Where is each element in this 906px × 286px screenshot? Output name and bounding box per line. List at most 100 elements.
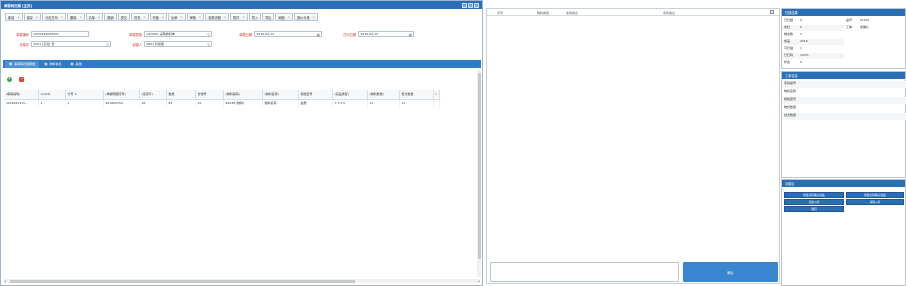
print-date-row: 打印日期 2016-04-15 ▦ xyxy=(334,31,414,37)
close-icon[interactable]: × xyxy=(243,16,245,19)
panel-title: 扫描结果 xyxy=(785,11,798,15)
scan-input[interactable] xyxy=(490,262,679,282)
doc-date-label: 单据日期 xyxy=(239,32,252,37)
confirm-button[interactable]: 确认 xyxy=(683,262,778,282)
tab-material-info[interactable]: ▦ 物料信息 xyxy=(40,61,65,68)
tab-scan-detail[interactable]: ▦ 串联码扫描明细 xyxy=(5,60,40,68)
scan-result-panel: 扫描结果 已扫描 0 未扫 0 剩余数 1 成品 2016 可扫描 1 已扫码 100% 状态 0 品号 51… xyxy=(781,8,906,69)
toolbar-button[interactable]: 新增 × xyxy=(5,13,23,21)
user-label: 创建人 xyxy=(132,42,142,47)
toolbar-button[interactable]: 导出 xyxy=(262,13,275,21)
close-icon[interactable]: × xyxy=(79,16,81,19)
column-header[interactable]: (物料数量) xyxy=(367,90,400,100)
column-header[interactable]: 仓储号 xyxy=(195,90,224,100)
search-icon[interactable]: ⚲ xyxy=(207,43,210,47)
close-icon[interactable]: × xyxy=(143,16,145,19)
close-icon[interactable]: × xyxy=(61,16,63,19)
toolbar-button[interactable]: 反审 × xyxy=(168,13,186,21)
result-row: 品号 51031 xyxy=(846,18,870,22)
column-header[interactable]: (单据明细序号) xyxy=(103,90,140,100)
warehouse-field[interactable]: 0001 (东莞) 仓 ⚲ xyxy=(31,41,111,47)
result-value: 0 xyxy=(800,25,802,29)
toolbar-button[interactable]: 导入 xyxy=(248,13,262,21)
scroll-thumb[interactable] xyxy=(10,279,355,283)
toolbar-button[interactable]: 刷新 × xyxy=(275,13,293,21)
result-key: 已扫描 xyxy=(784,18,794,22)
result-key: 成品 xyxy=(784,39,791,43)
doc-type-label: 单据类型 xyxy=(129,32,142,37)
toolbar-button[interactable]: 作废 × xyxy=(149,13,168,21)
column-header[interactable]: (物料名称) xyxy=(262,90,299,100)
column-header[interactable]: 数量 xyxy=(166,90,196,100)
toolbar-button-label: 作废 xyxy=(152,15,159,20)
vertical-scrollbar[interactable] xyxy=(477,69,481,277)
close-icon[interactable]: × xyxy=(162,16,164,19)
close-icon[interactable]: × xyxy=(224,16,226,19)
clear-inbound-button[interactable]: 清除入库 xyxy=(846,199,904,205)
toolbar-button[interactable]: 审核 × xyxy=(186,13,205,21)
delete-row-icon[interactable]: − xyxy=(19,77,24,82)
scroll-right-icon[interactable]: ▸ xyxy=(478,279,480,283)
calendar-icon[interactable]: ▦ xyxy=(409,33,412,37)
toolbar-button[interactable]: 分页打印 × xyxy=(42,13,67,21)
column-header[interactable]: ( xyxy=(433,90,440,100)
toolbar-button-label: 导入 xyxy=(251,15,259,20)
panel-header: 工单信息 xyxy=(782,72,905,79)
result-value: 51031 xyxy=(860,18,870,22)
toolbar-button[interactable]: 查看流程 × xyxy=(205,13,230,21)
column-header[interactable]: (实品类型) xyxy=(332,90,368,100)
column-header[interactable]: 批次数量 xyxy=(399,90,434,100)
toolbar-button[interactable]: 任务 × xyxy=(130,13,149,21)
batch-confirm-button[interactable]: 批量扫码确认成品 xyxy=(784,192,844,198)
toolbar-button[interactable]: 保存 × xyxy=(23,13,42,21)
toolbar-button[interactable]: 提交 xyxy=(117,13,130,21)
panel-header: 扫描结果 xyxy=(782,9,905,16)
close-icon[interactable]: × xyxy=(288,16,290,19)
doc-no-row: 单据编码 DYD2016040001 xyxy=(7,31,89,37)
search-icon[interactable]: ⚲ xyxy=(207,33,210,37)
toolbar-button-label: 查看流程 xyxy=(208,15,221,20)
doc-type-field[interactable]: CJLX001 采购收料单 ⚲ xyxy=(144,31,212,37)
toolbar-button[interactable]: 删除 × xyxy=(67,13,85,21)
column-header[interactable]: (1/0/4) xyxy=(38,90,66,100)
scroll-left-icon[interactable]: ◂ xyxy=(4,279,6,283)
print-date-value: 2016-04-15 xyxy=(360,32,378,36)
user-field[interactable]: P001 孙嘉荣 ⚲ xyxy=(144,41,212,47)
column-header[interactable]: (来源行) xyxy=(139,90,167,100)
minimize-button[interactable]: ▫ xyxy=(462,2,467,8)
doc-no-field[interactable]: DYD2016040001 xyxy=(31,31,89,37)
toolbar-button[interactable]: 清单 × xyxy=(85,13,104,21)
column-header[interactable]: (串联编码) xyxy=(4,90,39,100)
close-icon[interactable]: × xyxy=(36,16,38,19)
scroll-thumb[interactable] xyxy=(477,73,481,259)
scan-inbound-button[interactable]: 扫描入库 xyxy=(784,199,844,205)
table-cell: 7.7.2.5 xyxy=(332,99,368,107)
close-button[interactable]: ✕ xyxy=(474,2,479,8)
select-all-checkbox[interactable]: ✓ xyxy=(770,10,774,14)
calendar-icon[interactable]: ▦ xyxy=(317,33,320,37)
toolbar-button[interactable]: 附件 × xyxy=(230,13,248,21)
doc-date-field[interactable]: 2016-04-14 ▦ xyxy=(254,31,322,37)
table-row[interactable]: 2016041415... 1 1 201604150 16 63 15 62038 (物料)… xyxy=(4,99,440,107)
close-icon[interactable]: × xyxy=(199,16,201,19)
horizontal-scrollbar[interactable]: ◂ ▸ xyxy=(4,279,480,283)
close-icon[interactable]: × xyxy=(98,16,100,19)
revoke-button[interactable]: 撤回 xyxy=(784,206,844,212)
search-icon[interactable]: ⚲ xyxy=(106,43,109,47)
doc-no-label: 单据编码 xyxy=(16,32,29,37)
add-row-icon[interactable]: + xyxy=(7,76,12,82)
close-icon[interactable]: × xyxy=(313,16,315,19)
batch-confirm-button-2[interactable]: 批量扫码确认成品 xyxy=(846,192,904,198)
column-header[interactable]: 规格型号 xyxy=(298,90,333,100)
tab-other[interactable]: ▦ 其他 xyxy=(66,61,85,68)
workorder-row: 规格型号 xyxy=(782,97,906,104)
print-date-field[interactable]: 2016-04-15 ▦ xyxy=(358,31,414,37)
toolbar-button[interactable]: 撤销 xyxy=(104,13,117,21)
table-cell: 物料名称 xyxy=(262,99,299,107)
maximize-button[interactable]: ▭ xyxy=(468,2,473,8)
column-header[interactable]: (物料编码) xyxy=(223,90,263,100)
close-icon[interactable]: × xyxy=(17,16,19,19)
toolbar-button[interactable]: 报价分录 × xyxy=(294,13,318,21)
column-header[interactable]: 行号 ↕ xyxy=(65,90,104,100)
close-icon[interactable]: × xyxy=(180,16,182,19)
